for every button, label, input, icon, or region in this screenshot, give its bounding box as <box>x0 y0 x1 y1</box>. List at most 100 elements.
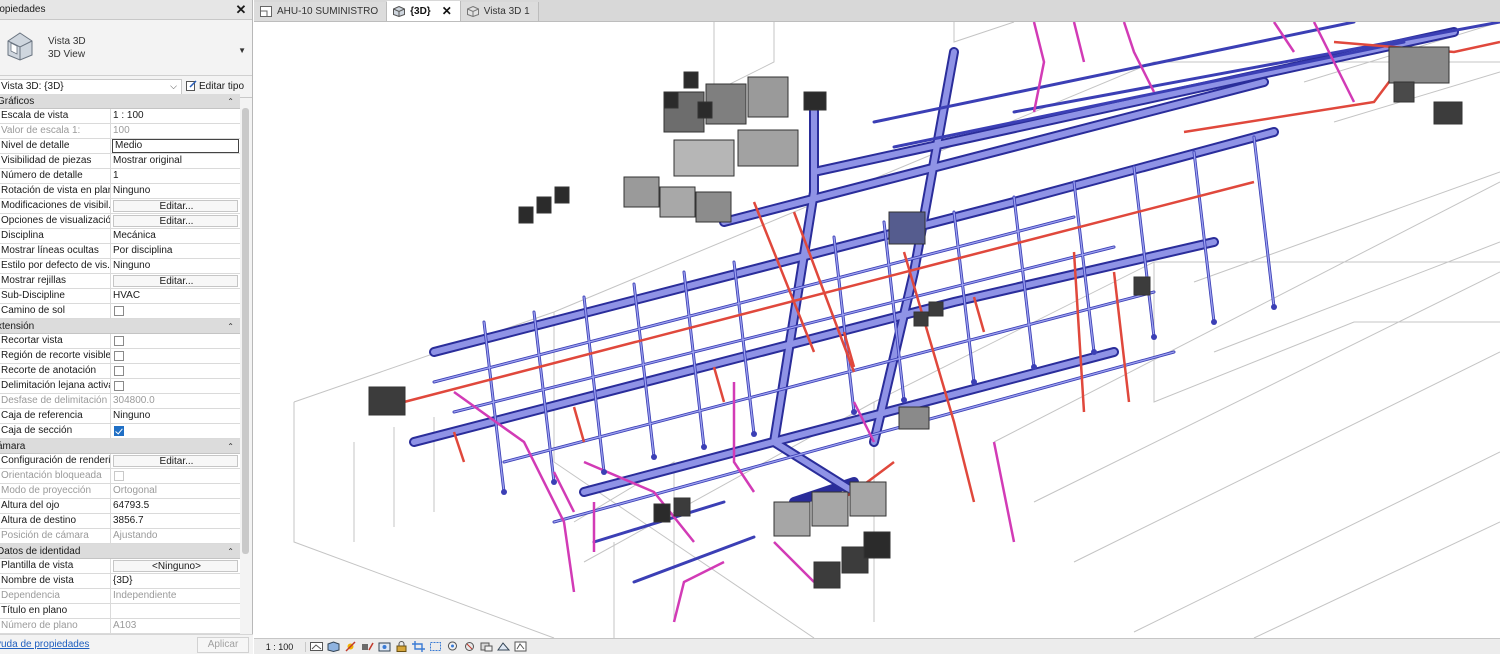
prop-row: Dependencia Independiente <box>0 589 240 604</box>
crop-visibility-icon[interactable] <box>429 641 442 652</box>
category-identidad[interactable]: Datos de identidad ⌃ <box>0 544 240 559</box>
prop-row: Valor de escala 1: 100 <box>0 124 240 139</box>
prop-row: Camino de sol <box>0 304 240 319</box>
crop-region-visible-checkbox[interactable] <box>114 351 124 361</box>
prop-row: Configuración de renderi... Editar... <box>0 454 240 469</box>
prop-row: Número de plano A103 <box>0 619 240 634</box>
prop-row: Visibilidad de piezas Mostrar original <box>0 154 240 169</box>
prop-row: Estilo por defecto de vis... Ninguno <box>0 259 240 274</box>
collapse-icon[interactable]: ⌃ <box>227 97 234 106</box>
prop-row: Mostrar líneas ocultas Por disciplina <box>0 244 240 259</box>
floor-plan-icon <box>260 6 272 17</box>
collapse-icon[interactable]: ⌃ <box>227 322 234 331</box>
type-selector-block[interactable]: Vista 3D 3D View ▼ <box>0 20 252 76</box>
equipment <box>368 46 1463 589</box>
category-graficos[interactable]: Gráficos ⌃ <box>0 94 240 109</box>
tab-vista-3d-1[interactable]: Vista 3D 1 <box>460 2 539 21</box>
properties-footer: yuda de propiedades Aplicar <box>0 634 253 654</box>
edit-type-label: Editar tipo <box>199 81 245 92</box>
properties-title: ropiedades <box>0 4 46 15</box>
3d-viewport[interactable] <box>254 22 1500 638</box>
prop-row: Posición de cámara Ajustando <box>0 529 240 544</box>
collapse-icon[interactable]: ⌃ <box>227 442 234 451</box>
edit-type-button[interactable]: Editar tipo <box>186 79 245 94</box>
red-pipes <box>403 40 1500 514</box>
section-box-checkbox[interactable] <box>114 426 124 436</box>
prop-row: Desfase de delimitación ... 304800.0 <box>0 394 240 409</box>
type-name-line1: Vista 3D <box>48 35 86 47</box>
prop-row: Delimitación lejana activa <box>0 379 240 394</box>
prop-row: Nombre de vista {3D} <box>0 574 240 589</box>
sun-path-icon[interactable] <box>344 641 357 652</box>
close-icon[interactable]: ✕ <box>234 2 248 18</box>
close-icon[interactable]: ✕ <box>442 4 452 18</box>
type-name-line2: 3D View <box>48 48 86 60</box>
prop-row: Modo de proyección Ortogonal <box>0 484 240 499</box>
lock-view-icon[interactable] <box>395 641 408 652</box>
tab-ahu-10-suministro[interactable]: AHU-10 SUMINISTRO <box>254 2 388 21</box>
analytical-model-icon[interactable] <box>480 641 493 652</box>
reveal-hidden-icon[interactable] <box>463 641 476 652</box>
properties-help-link[interactable]: yuda de propiedades <box>0 639 89 650</box>
prop-row: Caja de sección <box>0 424 240 439</box>
temporary-hide-icon[interactable] <box>446 641 459 652</box>
prop-row: Número de detalle 1 <box>0 169 240 184</box>
visual-style-icon[interactable] <box>327 641 340 652</box>
view-scale-label[interactable]: 1 : 100 <box>254 641 306 652</box>
prop-row: Modificaciones de visibil... Editar... <box>0 199 240 214</box>
prop-row: Nivel de detalle Medio <box>0 139 240 154</box>
category-camara[interactable]: ámara⌃ <box>0 439 240 454</box>
chevron-down-icon: ⌵ <box>170 81 177 91</box>
prop-row: Mostrar rejillas Editar... <box>0 274 240 289</box>
edit-button[interactable]: Editar... <box>113 200 238 212</box>
prop-row: Recorte de anotación <box>0 364 240 379</box>
properties-panel: ropiedades ✕ Vista 3D 3D View ▼ Vista 3D… <box>0 0 253 654</box>
prop-row: Plantilla de vista <Ninguno> <box>0 559 240 574</box>
view-tab-bar: AHU-10 SUMINISTRO {3D} ✕ Vista 3D 1 <box>254 0 1500 22</box>
view-cube-icon <box>466 6 479 17</box>
sun-path-checkbox[interactable] <box>114 306 124 316</box>
far-clip-checkbox[interactable] <box>114 381 124 391</box>
tab-3d[interactable]: {3D} ✕ <box>387 1 461 21</box>
chevron-down-icon[interactable]: ▼ <box>238 46 246 55</box>
properties-scrollbar[interactable] <box>242 108 249 554</box>
view-instance-value: Vista 3D: {3D} <box>1 81 64 92</box>
prop-row: Opciones de visualizació... Editar... <box>0 214 240 229</box>
prop-row: Escala de vista 1 : 100 <box>0 109 240 124</box>
shadows-icon[interactable] <box>361 641 374 652</box>
collapse-icon[interactable]: ⌃ <box>227 547 234 556</box>
properties-grid: Gráficos ⌃ Escala de vista 1 : 100 Valor d… <box>0 94 253 634</box>
view-control-bar: 1 : 100 <box>254 638 1500 654</box>
edit-button[interactable]: Editar... <box>113 275 238 287</box>
prop-row: Recortar vista <box>0 334 240 349</box>
render-icon[interactable] <box>378 641 391 652</box>
crop-view-checkbox[interactable] <box>114 336 124 346</box>
category-extension[interactable]: xtensión ⌃ <box>0 319 240 334</box>
apply-button[interactable]: Aplicar <box>197 636 249 653</box>
house-3d-icon <box>6 31 34 64</box>
show-hidden-elements-icon[interactable] <box>514 641 527 652</box>
prop-row: Orientación bloqueada <box>0 469 240 484</box>
prop-row: Sub-Discipline HVAC <box>0 289 240 304</box>
view-instance-select[interactable]: Vista 3D: {3D} ⌵ <box>0 78 182 95</box>
locked-orientation-checkbox <box>114 471 124 481</box>
detail-level-field[interactable]: Medio <box>112 139 239 153</box>
prop-row: Caja de referencia Ninguno <box>0 409 240 424</box>
edit-button[interactable]: Editar... <box>113 215 238 227</box>
scale-value[interactable]: 1 : 100 <box>111 109 240 123</box>
annotation-crop-checkbox[interactable] <box>114 366 124 376</box>
prop-row: Título en plano <box>0 604 240 619</box>
detail-level-icon[interactable] <box>310 641 323 652</box>
crop-view-icon[interactable] <box>412 641 425 652</box>
hvac-3d-model[interactable] <box>254 22 1500 638</box>
prop-row: Altura del ojo 64793.5 <box>0 499 240 514</box>
constraints-icon[interactable] <box>497 641 510 652</box>
edit-button[interactable]: Editar... <box>113 455 238 467</box>
prop-row: Región de recorte visible <box>0 349 240 364</box>
prop-row: Rotación de vista en plano Ninguno <box>0 184 240 199</box>
view-template-button[interactable]: <Ninguno> <box>113 560 238 572</box>
edit-type-icon <box>186 79 197 94</box>
prop-row: Altura de destino 3856.7 <box>0 514 240 529</box>
prop-row: Disciplina Mecánica <box>0 229 240 244</box>
properties-header: ropiedades ✕ <box>0 0 252 20</box>
